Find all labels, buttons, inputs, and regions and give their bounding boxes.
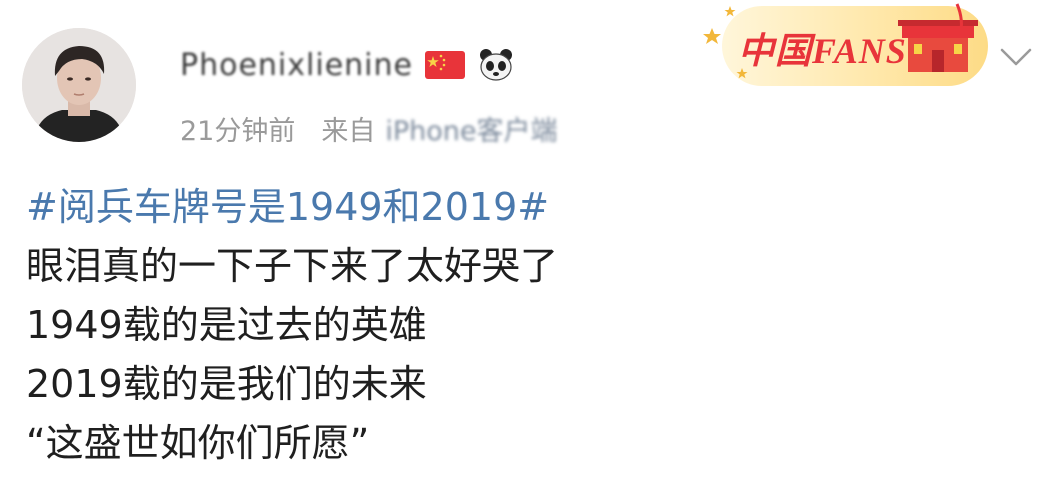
- avatar-image: [22, 28, 136, 142]
- post-meta: 21分钟前 来自 iPhone客户端: [180, 108, 558, 148]
- chevron-down-icon[interactable]: [996, 42, 1036, 70]
- username[interactable]: Phoenixlienine: [180, 48, 413, 83]
- china-fans-badge[interactable]: 中国FANS: [702, 0, 994, 92]
- content-line: 眼泪真的一下子下来了太好哭了: [26, 244, 559, 288]
- avatar[interactable]: [22, 28, 136, 142]
- username-row: Phoenixlienine: [180, 45, 515, 85]
- source-device[interactable]: iPhone客户端: [385, 109, 557, 148]
- content-line: 1949载的是过去的英雄: [26, 303, 427, 347]
- topic-hashtag[interactable]: #阅兵车牌号是1949和2019#: [26, 178, 558, 237]
- content-line: “这盛世如你们所愿”: [26, 421, 370, 465]
- post-content: #阅兵车牌号是1949和2019# 眼泪真的一下子下来了太好哭了 1949载的是…: [26, 178, 558, 473]
- content-line: 2019载的是我们的未来: [26, 362, 427, 406]
- panda-icon: [477, 47, 515, 83]
- source-prefix: 来自: [321, 115, 376, 147]
- badge-text: 中国FANS: [738, 31, 907, 71]
- china-flag-icon: [424, 51, 465, 79]
- post-time: 21分钟前: [180, 115, 296, 147]
